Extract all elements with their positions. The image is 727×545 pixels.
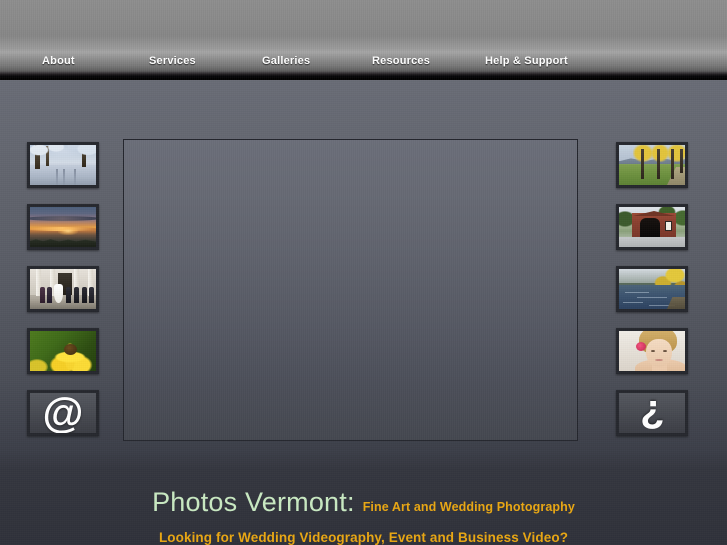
wedding-party-image — [30, 269, 96, 309]
site-tagline: Fine Art and Wedding Photography — [362, 500, 575, 514]
nav-item-about[interactable]: About — [42, 50, 75, 72]
snowy-road-thumbnail[interactable] — [27, 142, 99, 188]
nav-item-resources[interactable]: Resources — [372, 50, 430, 72]
bride-portrait-thumbnail[interactable] — [616, 328, 688, 374]
covered-bridge-thumbnail[interactable] — [616, 204, 688, 250]
autumn-field-thumbnail[interactable] — [616, 142, 688, 188]
email-thumbnail[interactable]: @ — [27, 390, 99, 436]
question-mark-glyph: ? — [639, 392, 665, 436]
nav-item-galleries[interactable]: Galleries — [262, 50, 310, 72]
question-mark-icon: ? — [619, 393, 685, 433]
wedding-party-thumbnail[interactable] — [27, 266, 99, 312]
autumn-field-image — [619, 145, 685, 185]
yellow-flower-image — [30, 331, 96, 371]
fall-stream-thumbnail[interactable] — [616, 266, 688, 312]
main-content-frame[interactable] — [123, 139, 578, 441]
right-thumbnail-column: ? — [616, 142, 688, 452]
sunset-thumbnail[interactable] — [27, 204, 99, 250]
main-navigation: About Services Galleries Resources Help … — [0, 50, 727, 74]
email-icon: @ — [30, 393, 96, 433]
content-frame-texture — [124, 140, 577, 440]
fall-stream-image — [619, 269, 685, 309]
page-title: Photos Vermont: — [152, 487, 355, 517]
nav-item-services[interactable]: Services — [149, 50, 196, 72]
site-footer: Photos Vermont: Fine Art and Wedding Phot… — [0, 455, 727, 545]
page-root: About Services Galleries Resources Help … — [0, 0, 727, 545]
at-sign-icon: @ — [42, 390, 84, 436]
title-line: Photos Vermont: Fine Art and Wedding Phot… — [0, 487, 727, 518]
help-thumbnail[interactable]: ? — [616, 390, 688, 436]
snowy-road-image — [30, 145, 96, 185]
video-subheading: Looking for Wedding Videography, Event a… — [158, 530, 569, 545]
nav-item-help-support[interactable]: Help & Support — [485, 50, 568, 72]
sunset-image — [30, 207, 96, 247]
left-thumbnail-column: @ — [27, 142, 99, 452]
bride-portrait-image — [619, 331, 685, 371]
site-header: About Services Galleries Resources Help … — [0, 0, 727, 80]
yellow-flower-thumbnail[interactable] — [27, 328, 99, 374]
covered-bridge-image — [619, 207, 685, 247]
